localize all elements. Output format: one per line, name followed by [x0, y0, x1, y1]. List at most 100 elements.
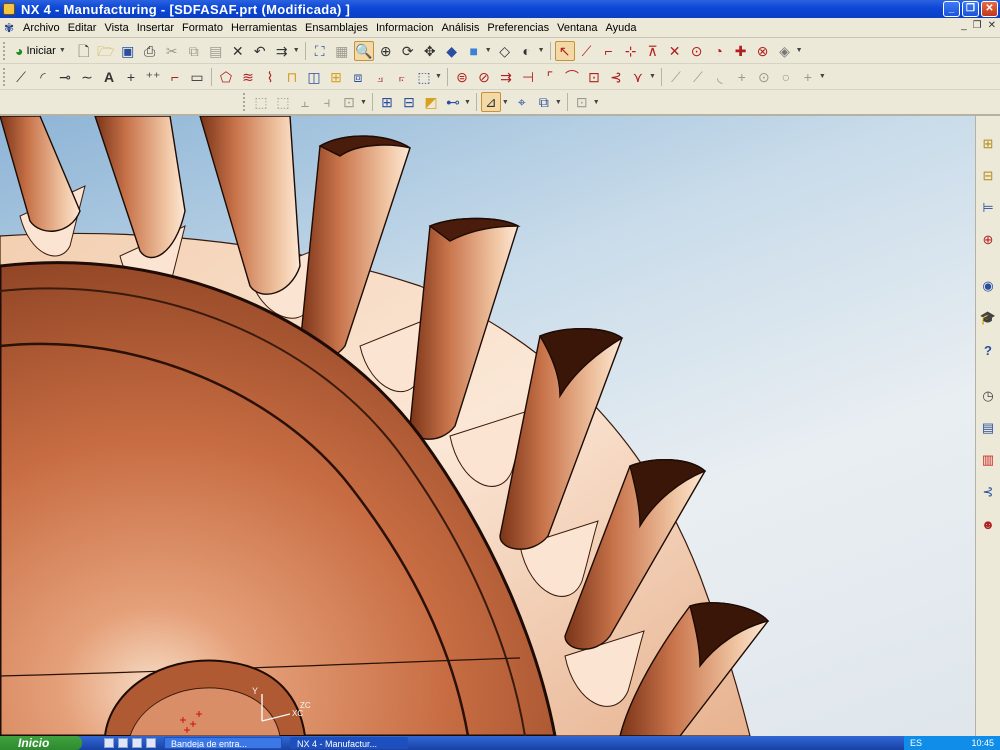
- mail-icon[interactable]: [132, 738, 142, 748]
- impeller-model[interactable]: Y XC ZC: [0, 116, 975, 736]
- chevron-down-icon[interactable]: ▼: [796, 47, 803, 54]
- wrap-curve-icon[interactable]: ⊞: [326, 67, 346, 87]
- web-browser-icon[interactable]: ◉: [978, 276, 998, 296]
- sketch-arc-icon[interactable]: ◟: [710, 67, 730, 87]
- chevron-down-icon[interactable]: ▼: [819, 73, 826, 80]
- sketch-line-icon[interactable]: ⟋: [666, 67, 686, 87]
- menu-analisis[interactable]: Análisis: [437, 22, 483, 34]
- combined-curve-icon[interactable]: ◫: [304, 67, 324, 87]
- project-curve-icon[interactable]: ⊓: [282, 67, 302, 87]
- machining-method-view-icon[interactable]: ⊷: [443, 92, 463, 112]
- menu-editar[interactable]: Editar: [64, 22, 101, 34]
- repeat-command-icon[interactable]: ⇉: [272, 41, 292, 61]
- line-icon[interactable]: ⟋: [11, 67, 31, 87]
- midpoint-icon[interactable]: ⊹: [621, 41, 641, 61]
- sketch-circle-icon[interactable]: ⊙: [754, 67, 774, 87]
- menu-informacion[interactable]: Informacion: [372, 22, 437, 34]
- chevron-down-icon[interactable]: ▼: [360, 99, 367, 106]
- curve-length-icon[interactable]: ⬚: [414, 67, 434, 87]
- arc-icon[interactable]: ◜: [33, 67, 53, 87]
- training-icon[interactable]: 🎓: [978, 308, 998, 328]
- menu-herramientas[interactable]: Herramientas: [227, 22, 301, 34]
- save-icon[interactable]: ▣: [118, 41, 138, 61]
- taskbar-item-nx[interactable]: NX 4 - Manufactur...: [290, 737, 408, 749]
- section-curve-icon[interactable]: ⊘: [474, 67, 494, 87]
- chevron-down-icon[interactable]: ▼: [649, 73, 656, 80]
- help-icon[interactable]: ?: [978, 340, 998, 360]
- geometry-view-icon[interactable]: ◩: [421, 92, 441, 112]
- text-icon[interactable]: A: [99, 67, 119, 87]
- chevron-down-icon[interactable]: ▼: [593, 99, 600, 106]
- polygon-icon[interactable]: ⬠: [216, 67, 236, 87]
- clock[interactable]: 10:45: [971, 736, 994, 750]
- assembly-navigator-icon[interactable]: ⊞: [978, 134, 998, 154]
- machine-tool-view-icon[interactable]: ⊟: [399, 92, 419, 112]
- edit-curve-icon[interactable]: ⌜: [540, 67, 560, 87]
- point-on-curve-icon[interactable]: ⊗: [753, 41, 773, 61]
- create-method-icon[interactable]: ⫞: [317, 92, 337, 112]
- spline-icon[interactable]: ∼: [77, 67, 97, 87]
- bridge-curve-icon[interactable]: ⌇: [260, 67, 280, 87]
- generate-toolpath-icon[interactable]: ⊿: [480, 92, 501, 112]
- menu-insertar[interactable]: Insertar: [133, 22, 178, 34]
- intersection-icon[interactable]: ✕: [665, 41, 685, 61]
- toolbar-grip[interactable]: [3, 67, 7, 86]
- undo-icon[interactable]: ↶: [250, 41, 270, 61]
- nx-app-icon[interactable]: [3, 3, 15, 15]
- desktop-icon[interactable]: [118, 738, 128, 748]
- browser-icon[interactable]: [104, 738, 114, 748]
- postprocess-icon[interactable]: ⧉: [534, 92, 554, 112]
- trim-curve-icon[interactable]: ⟓: [370, 67, 390, 87]
- selection-filter-icon[interactable]: ↖: [554, 40, 575, 61]
- fillet-icon[interactable]: ⊸: [55, 67, 75, 87]
- menu-ayuda[interactable]: Ayuda: [602, 22, 641, 34]
- chevron-down-icon[interactable]: ▼: [502, 99, 509, 106]
- point-set-icon[interactable]: ⁺⁺: [143, 67, 163, 87]
- zoom-icon[interactable]: 🔍: [353, 40, 374, 61]
- start-button[interactable]: Inicio: [0, 736, 82, 750]
- smooth-spline-icon[interactable]: ⊰: [606, 67, 626, 87]
- chevron-down-icon[interactable]: ▼: [464, 99, 471, 106]
- doc-close-button[interactable]: ✕: [988, 20, 996, 31]
- chevron-down-icon[interactable]: ▼: [293, 47, 300, 54]
- snap-point-icon[interactable]: ⟋: [577, 41, 597, 61]
- existing-point-icon[interactable]: ✚: [731, 41, 751, 61]
- create-program-icon[interactable]: ⬚: [251, 92, 271, 112]
- edit-arc-icon[interactable]: ⌒: [562, 67, 582, 87]
- rectangle-icon[interactable]: ▭: [187, 67, 207, 87]
- toolbar-grip[interactable]: [243, 93, 247, 111]
- arc-center-icon[interactable]: ⊙: [687, 41, 707, 61]
- create-geometry-icon[interactable]: ⫠: [295, 92, 315, 112]
- menu-ensamblajes[interactable]: Ensamblajes: [301, 22, 372, 34]
- quadrant-icon[interactable]: ◔: [709, 41, 729, 61]
- system-materials-icon[interactable]: ☻: [978, 514, 998, 534]
- zoom-window-icon[interactable]: ▦: [332, 41, 352, 61]
- graphics-viewport[interactable]: Y XC ZC: [0, 116, 975, 736]
- iniciar-button[interactable]: ◕ Iniciar ▼: [10, 41, 73, 61]
- delete-icon[interactable]: ✕: [228, 41, 248, 61]
- create-tool-icon[interactable]: ⬚: [273, 92, 293, 112]
- endpoint-icon[interactable]: ⌐: [599, 41, 619, 61]
- wireframe-cube-icon[interactable]: ◇: [495, 41, 515, 61]
- menu-formato[interactable]: Formato: [178, 22, 227, 34]
- shaded-view-icon[interactable]: ◆: [442, 41, 462, 61]
- toolbar-grip[interactable]: [3, 41, 7, 60]
- curve-fit-icon[interactable]: ⋎: [628, 67, 648, 87]
- verify-toolpath-icon[interactable]: ⌖: [512, 92, 532, 112]
- operation-navigator-icon[interactable]: ⊨: [978, 198, 998, 218]
- chevron-down-icon[interactable]: ▼: [485, 47, 492, 54]
- reuse-library-icon[interactable]: ▤: [978, 418, 998, 438]
- restore-button[interactable]: ❐: [962, 1, 979, 17]
- extract-curve-icon[interactable]: ⧈: [348, 67, 368, 87]
- intersection-curve-icon[interactable]: ⊜: [452, 67, 472, 87]
- chevron-down-icon[interactable]: ▼: [538, 47, 545, 54]
- menu-ventana[interactable]: Ventana: [553, 22, 601, 34]
- rotate-icon[interactable]: ⟳: [398, 41, 418, 61]
- create-operation-icon[interactable]: ⊡: [339, 92, 359, 112]
- minimize-button[interactable]: _: [943, 1, 960, 17]
- print-icon[interactable]: ⎙: [140, 41, 160, 61]
- program-order-view-icon[interactable]: ⊞: [377, 92, 397, 112]
- control-point-icon[interactable]: ⊼: [643, 41, 663, 61]
- sketch-circle-2-icon[interactable]: ○: [776, 67, 796, 87]
- menu-archivo[interactable]: Archivo: [19, 22, 64, 34]
